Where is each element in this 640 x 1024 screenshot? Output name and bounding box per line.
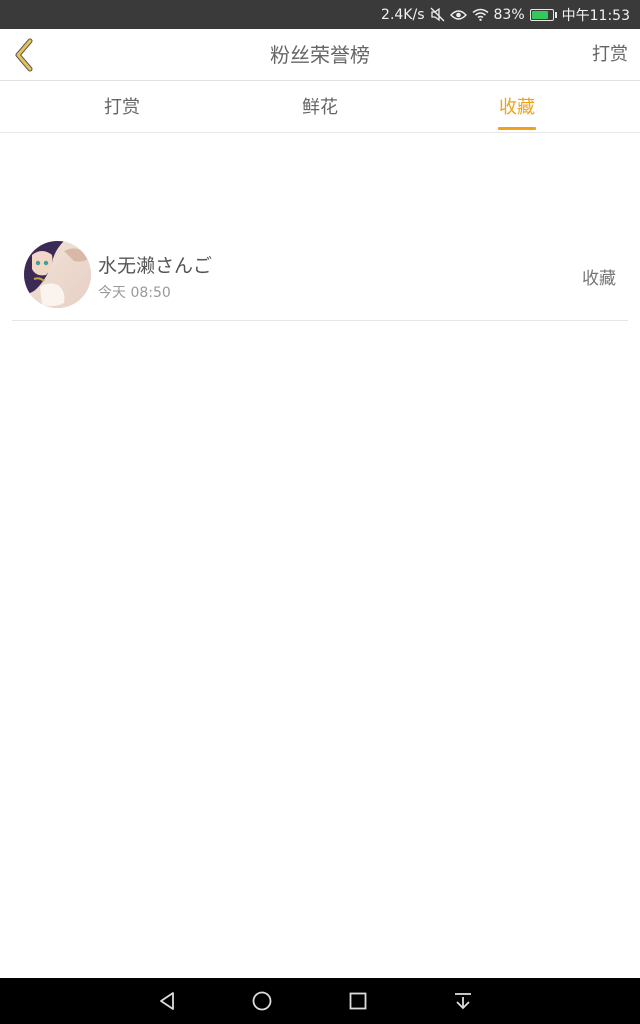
tab-label: 鲜花 xyxy=(302,97,338,118)
nav-down-button[interactable] xyxy=(439,978,487,1024)
wifi-icon xyxy=(472,8,489,21)
nav-home-button[interactable] xyxy=(238,978,286,1024)
nav-recent-icon xyxy=(349,992,367,1010)
list-item[interactable]: 水无濑さんご 今天 08:50 收藏 xyxy=(12,231,628,321)
fan-time: 今天 08:50 xyxy=(98,285,171,301)
reward-button[interactable]: 打赏 xyxy=(592,29,628,81)
header: 粉丝荣誉榜 打赏 xyxy=(0,29,640,81)
back-button[interactable] xyxy=(4,33,44,77)
status-bar: 2.4K/s 83% 中午11:53 xyxy=(0,0,640,29)
battery-fill xyxy=(531,10,549,19)
nav-recent-button[interactable] xyxy=(334,978,382,1024)
nav-back-button[interactable] xyxy=(143,978,191,1024)
tab-bar: 打赏 鲜花 收藏 xyxy=(0,82,640,133)
tab-favorites[interactable]: 收藏 xyxy=(457,82,577,133)
nav-back-icon xyxy=(160,992,174,1010)
fan-action-label: 收藏 xyxy=(582,269,616,289)
battery-icon xyxy=(529,8,557,21)
tab-reward[interactable]: 打赏 xyxy=(62,82,182,133)
tab-label: 收藏 xyxy=(499,97,535,118)
status-icons: 2.4K/s 83% 中午11:53 xyxy=(381,0,630,29)
nav-bar xyxy=(0,978,640,1024)
fan-name: 水无濑さんご xyxy=(98,255,213,277)
battery-percent: 83% xyxy=(493,6,525,23)
active-tab-indicator xyxy=(498,127,536,130)
nav-down-icon xyxy=(455,993,471,1010)
avatar xyxy=(24,241,91,308)
clock: 中午11:53 xyxy=(561,7,630,24)
net-speed: 2.4K/s xyxy=(381,6,425,23)
tab-label: 打赏 xyxy=(104,97,140,118)
chevron-left-icon xyxy=(15,38,33,72)
page-title: 粉丝荣誉榜 xyxy=(270,43,370,67)
mute-icon xyxy=(430,7,445,22)
tab-flowers[interactable]: 鲜花 xyxy=(260,82,380,133)
nav-home-icon xyxy=(252,991,272,1011)
eye-icon xyxy=(449,9,467,21)
